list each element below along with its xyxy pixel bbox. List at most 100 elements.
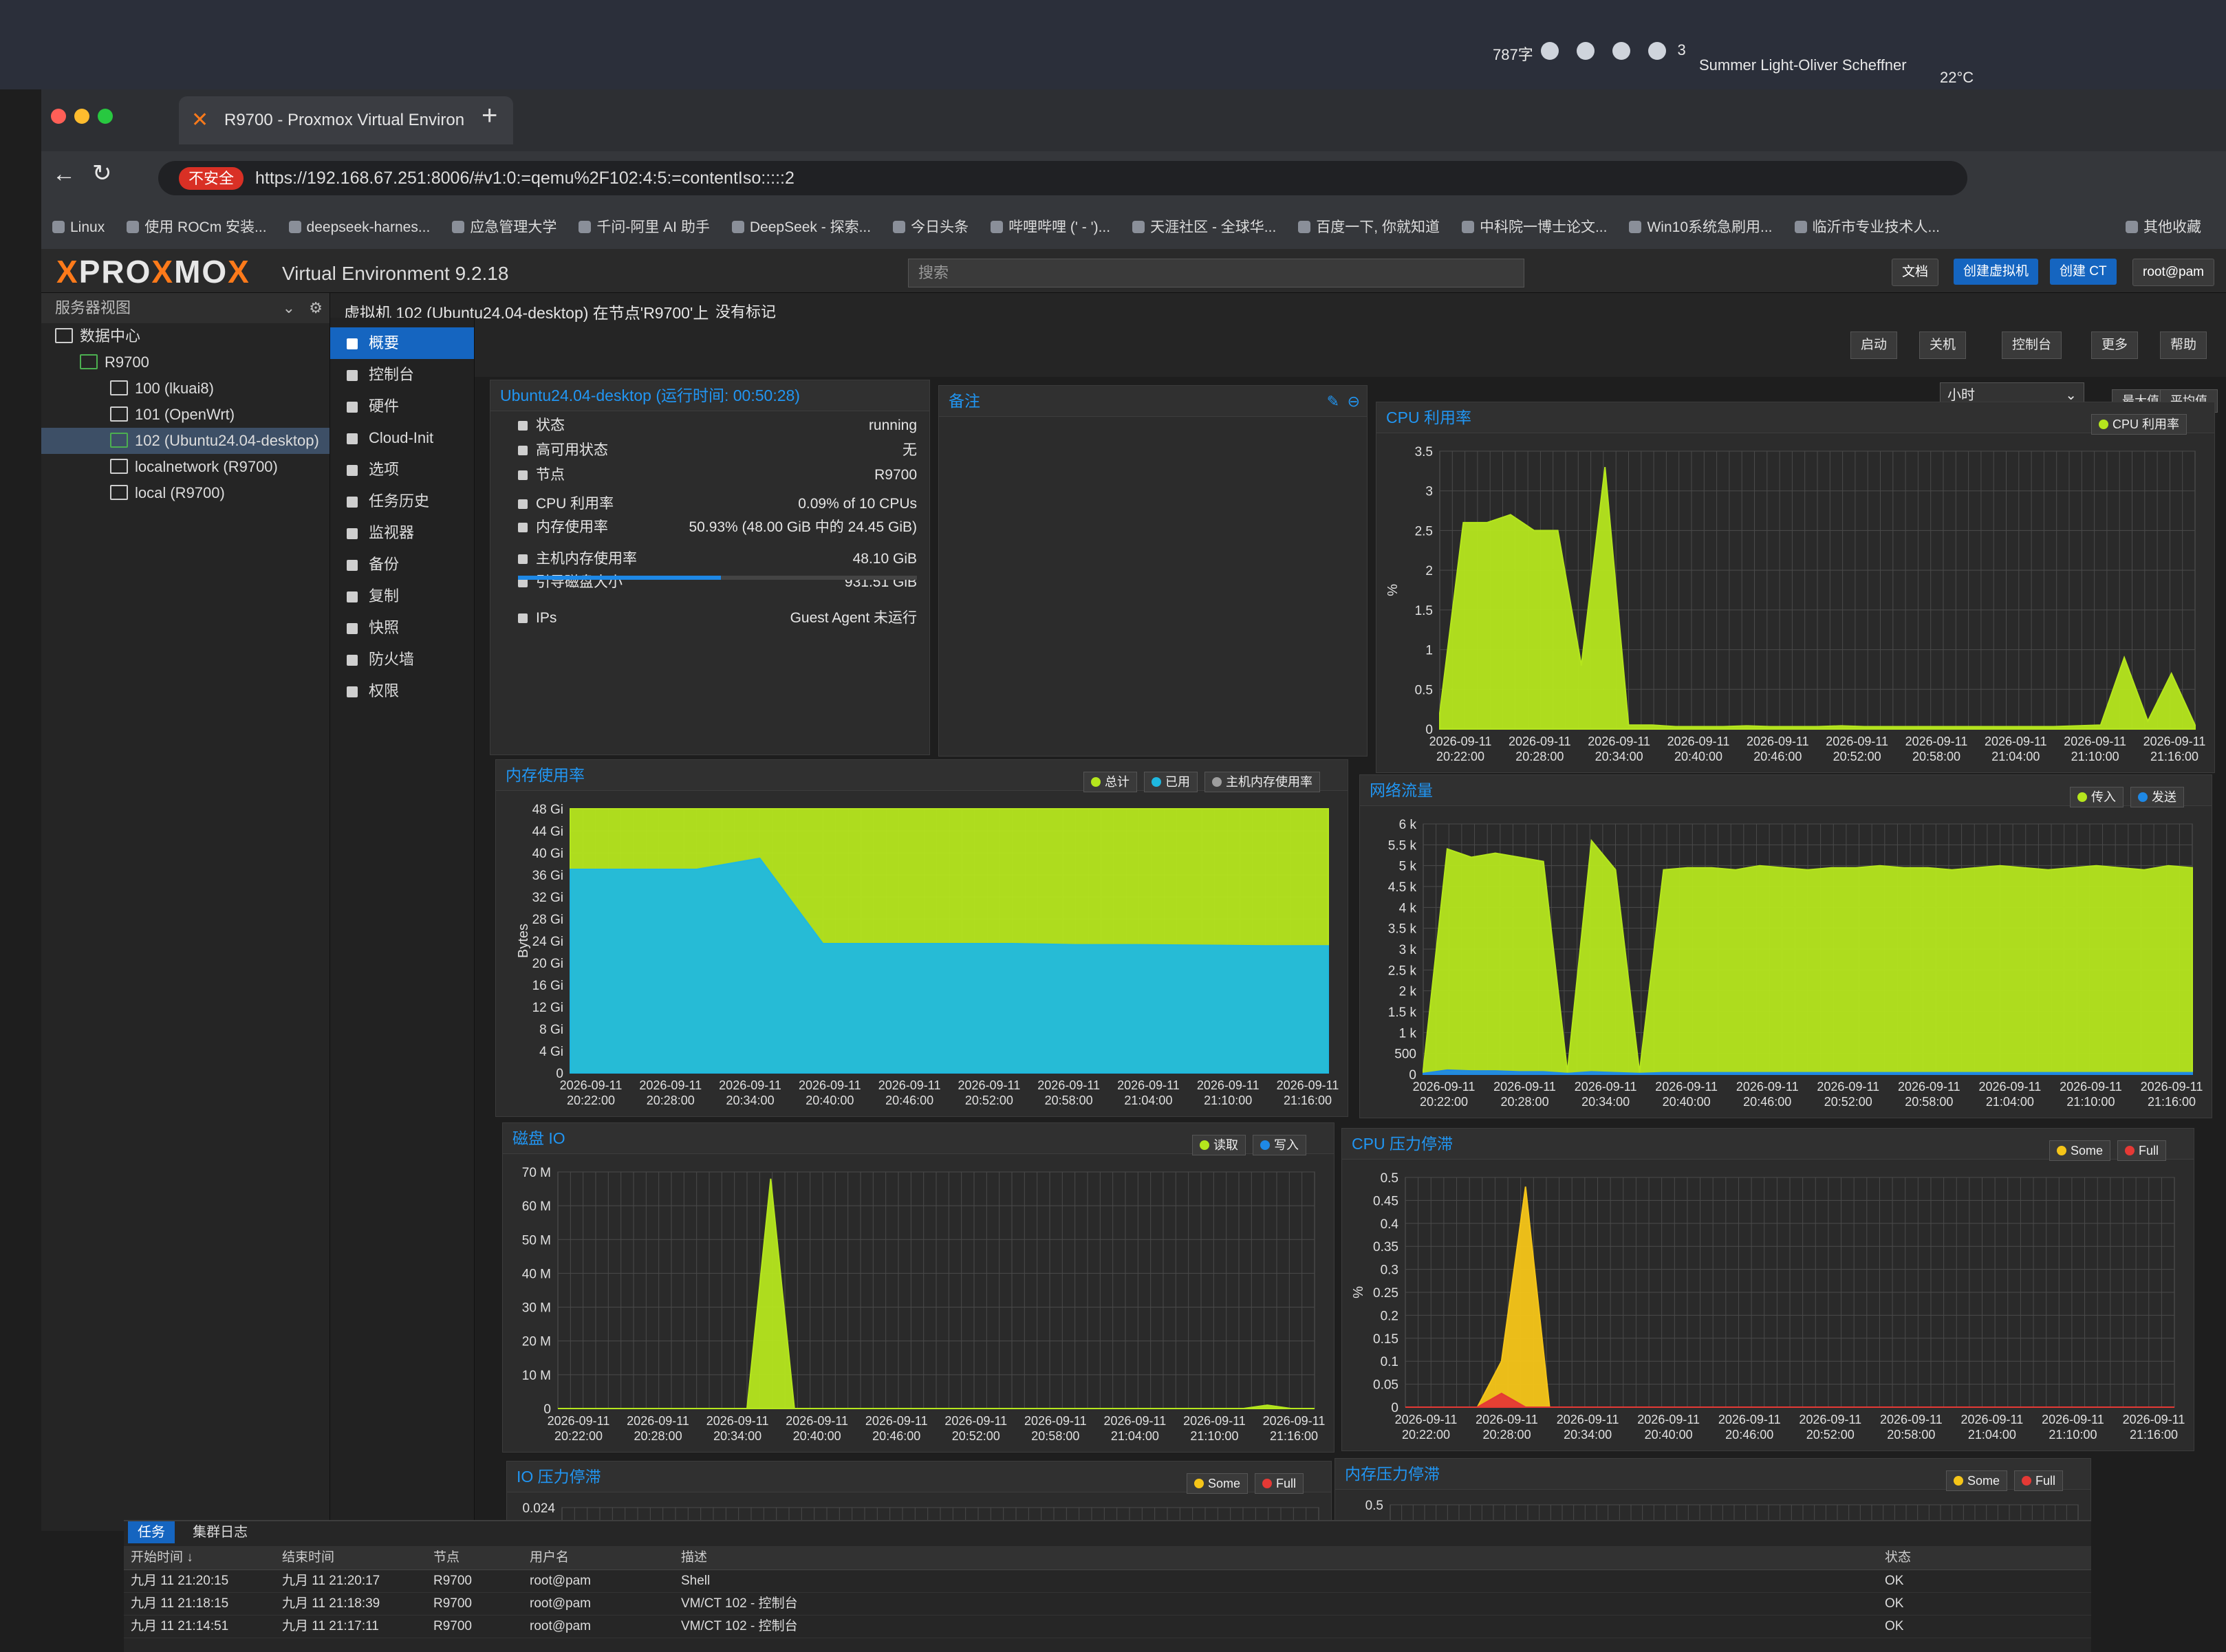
legend-item[interactable]: 总计 [1083, 772, 1137, 792]
help-button[interactable]: 帮助 [2160, 332, 2207, 359]
bookmark-item[interactable]: 临沂市专业技术人... [1795, 216, 1941, 237]
grid-icon[interactable] [1612, 42, 1631, 61]
bookmark-item[interactable]: deepseek-harnes... [289, 219, 431, 236]
tree-vm-100[interactable]: 100 (lkuai8) [41, 376, 329, 402]
nav-item[interactable]: 控制台 [330, 359, 474, 391]
task-row[interactable]: 九月 11 21:18:15 九月 11 21:18:39 R9700 root@pa… [124, 1593, 2091, 1616]
minimize-window-button[interactable] [74, 109, 89, 124]
weather[interactable]: 22°C [1940, 69, 1974, 87]
legend-item[interactable]: 传入 [2070, 787, 2124, 807]
tree-network[interactable]: localnetwork (R9700) [41, 454, 329, 480]
bookmark-item[interactable]: 使用 ROCm 安装... [127, 216, 266, 237]
bookmark-item[interactable]: 哔哩哔哩 (' - ')... [991, 216, 1110, 237]
x-tick-date: 2026-09-11 [1277, 1078, 1339, 1092]
docs-button[interactable]: 文档 [1892, 259, 1939, 286]
nav-item[interactable]: 任务历史 [330, 486, 474, 517]
zoom-window-button[interactable] [98, 109, 113, 124]
legend-item[interactable]: 读取 [1192, 1135, 1246, 1155]
new-tab-button[interactable]: + [482, 100, 497, 131]
bookmark-item[interactable]: 千问-阿里 AI 助手 [579, 216, 710, 237]
bookmark-item[interactable]: Win10系统急刷用... [1629, 216, 1772, 237]
legend-item[interactable]: Full [1254, 1473, 1304, 1494]
col-end-time[interactable]: 结束时间 [282, 1546, 334, 1569]
nav-item[interactable]: 选项 [330, 454, 474, 486]
cpupress-panel: CPU 压力停滞 Some Full 0 0.05 0.1 0.15 0.2 0.25 0.3 0… [1341, 1128, 2194, 1451]
nav-item[interactable]: 复制 [330, 580, 474, 612]
bookmark-item[interactable]: 应急管理大学 [452, 216, 556, 237]
x-tick-time: 20:52:00 [1833, 750, 1881, 763]
info-label: IPs [518, 610, 556, 626]
legend-item[interactable]: 写入 [1253, 1135, 1306, 1155]
bookmark-item[interactable]: 天涯社区 - 全球华... [1132, 216, 1276, 237]
nav-item[interactable]: Cloud-Init [330, 422, 474, 454]
other-bookmarks[interactable]: 其他收藏 [2126, 216, 2201, 237]
bookmark-item[interactable]: 今日头条 [893, 216, 969, 237]
legend-item[interactable]: Some [1186, 1473, 1248, 1494]
col-status[interactable]: 状态 [1885, 1546, 1911, 1569]
legend-item[interactable]: CPU 利用率 [2090, 414, 2187, 435]
start-button[interactable]: 启动 [1850, 332, 1898, 359]
task-row[interactable]: 九月 11 21:14:51 九月 11 21:17:11 R9700 root@pa… [124, 1616, 2091, 1638]
browser-tab[interactable]: ✕ R9700 - Proxmox Virtual Environ [179, 96, 513, 144]
nav-item[interactable]: 硬件 [330, 391, 474, 422]
close-window-button[interactable] [51, 109, 66, 124]
tree-vm-101[interactable]: 101 (OpenWrt) [41, 402, 329, 428]
nav-item[interactable]: 概要 [330, 327, 474, 359]
url-field[interactable]: 不安全 https://192.168.67.251:8006/#v1:0:=q… [158, 161, 1967, 195]
notification-icon[interactable] [1648, 42, 1667, 61]
tags-label[interactable]: 没有标记 [715, 300, 776, 322]
edit-icon[interactable]: ✎ [1327, 393, 1339, 411]
reload-icon[interactable]: ↻ [92, 160, 112, 187]
x-tick-date: 2026-09-11 [1509, 735, 1571, 748]
emoji-icon[interactable] [1541, 42, 1559, 61]
col-node[interactable]: 节点 [433, 1546, 460, 1569]
nav-item[interactable]: 备份 [330, 549, 474, 580]
nav-item[interactable]: 权限 [330, 675, 474, 707]
task-row[interactable]: 九月 11 21:20:15 九月 11 21:20:17 R9700 root@pa… [124, 1570, 2091, 1593]
y-axis-label: Bytes [516, 924, 531, 958]
col-description[interactable]: 描述 [681, 1546, 707, 1569]
back-icon[interactable]: ← [52, 161, 76, 188]
legend-item[interactable]: 已用 [1144, 772, 1198, 792]
col-user[interactable]: 用户名 [530, 1546, 569, 1569]
legend-item[interactable]: Full [2013, 1470, 2063, 1491]
x-tick-time: 20:28:00 [634, 1429, 682, 1443]
tree-node[interactable]: R9700 [41, 349, 329, 376]
bookmark-item[interactable]: 百度一下, 你就知道 [1298, 216, 1440, 237]
create-vm-button[interactable]: 创建虚拟机 [1954, 259, 2039, 285]
nav-item[interactable]: 监视器 [330, 517, 474, 549]
collapse-icon[interactable]: ⊖ [1348, 393, 1360, 411]
bookmark-item[interactable]: DeepSeek - 探索... [732, 216, 871, 237]
legend-item[interactable]: Full [2117, 1140, 2166, 1161]
user-menu-button[interactable]: root@pam [2132, 259, 2214, 286]
task-rows: 九月 11 21:20:15 九月 11 21:20:17 R9700 root@pa… [124, 1570, 2091, 1638]
more-button[interactable]: 更多 [2091, 332, 2139, 359]
legend-item[interactable]: 主机内存使用率 [1204, 772, 1320, 792]
legend-item[interactable]: Some [1945, 1470, 2007, 1491]
tab-cluster-log[interactable]: 集群日志 [183, 1521, 257, 1543]
mic-icon[interactable] [1577, 42, 1595, 61]
tree-vm-102[interactable]: 102 (Ubuntu24.04-desktop) [41, 428, 329, 454]
bookmark-item[interactable]: 中科院一博士论文... [1462, 216, 1608, 237]
x-tick-time: 21:16:00 [2148, 1095, 2196, 1109]
nav-item[interactable]: 防火墙 [330, 644, 474, 675]
bookmark-item[interactable]: Linux [52, 219, 105, 236]
create-ct-button[interactable]: 创建 CT [2050, 259, 2117, 285]
tree-storage[interactable]: local (R9700) [41, 480, 329, 506]
view-selector[interactable]: 服务器视图 ⌄ ⚙ [41, 293, 329, 323]
x-tick-date: 2026-09-11 [1588, 735, 1650, 748]
security-warning-badge[interactable]: 不安全 [179, 167, 244, 190]
legend-item[interactable]: Some [2049, 1140, 2110, 1161]
tab-tasks[interactable]: 任务 [128, 1521, 175, 1543]
task-cell: R9700 [433, 1596, 472, 1611]
legend-item[interactable]: 发送 [2130, 787, 2184, 807]
gear-icon[interactable]: ⚙ [309, 293, 323, 323]
col-start-time[interactable]: 开始时间 ↓ [131, 1546, 193, 1569]
search-field[interactable]: 搜索 [908, 259, 1524, 287]
y-tick-label: 0.024 [522, 1501, 555, 1516]
shutdown-button[interactable]: 关机 [1919, 332, 1967, 359]
now-playing[interactable]: Summer Light-Oliver Scheffner [1699, 56, 1907, 74]
tree-datacenter[interactable]: 数据中心 [41, 323, 329, 349]
nav-item[interactable]: 快照 [330, 612, 474, 644]
console-button[interactable]: 控制台 [2002, 332, 2062, 359]
